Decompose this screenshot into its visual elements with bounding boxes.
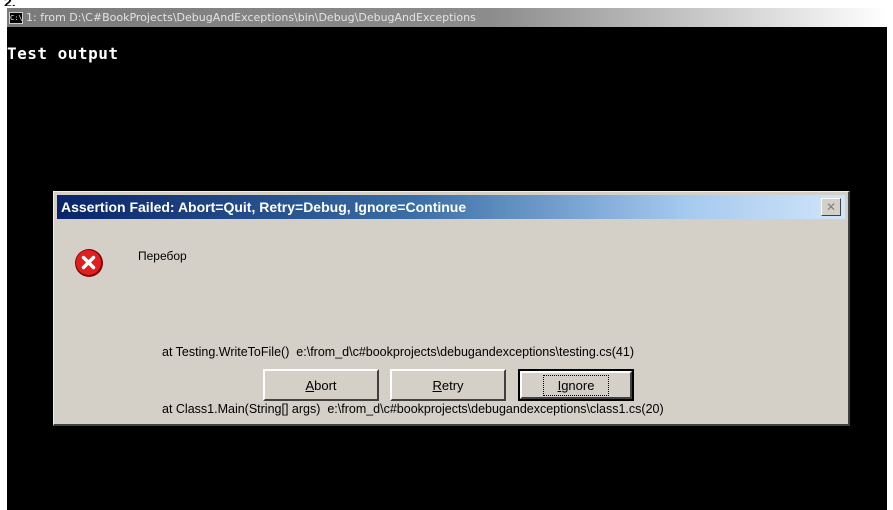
close-icon: ✕ xyxy=(825,200,837,214)
assertion-message: Перебор xyxy=(138,249,187,263)
dialog-titlebar[interactable]: Assertion Failed: Abort=Quit, Retry=Debu… xyxy=(57,195,845,219)
retry-accelerator: R xyxy=(432,377,442,393)
ignore-label: gnore xyxy=(561,377,595,393)
stack-trace-line: at Class1.Main(String[] args) e:\from_d\… xyxy=(162,402,664,416)
abort-accelerator: A xyxy=(305,377,315,393)
error-icon xyxy=(75,249,103,277)
console-titlebar[interactable]: C:\ 1: from D:\C#BookProjects\DebugAndEx… xyxy=(7,8,887,27)
dialog-title: Assertion Failed: Abort=Quit, Retry=Debu… xyxy=(61,199,467,215)
console-title: 1: from D:\C#BookProjects\DebugAndExcept… xyxy=(26,11,476,24)
stack-trace-line: at Testing.WriteToFile() e:\from_d\c#boo… xyxy=(162,345,635,359)
close-button[interactable]: ✕ xyxy=(821,198,841,216)
abort-label: bort xyxy=(314,377,337,393)
page-number-marker: 2. xyxy=(4,0,16,6)
console-output-text: Test output xyxy=(7,44,119,63)
console-window-icon[interactable]: C:\ xyxy=(9,11,23,24)
retry-button[interactable]: Retry xyxy=(390,369,506,401)
abort-button[interactable]: Abort xyxy=(263,369,379,401)
assertion-dialog: Assertion Failed: Abort=Quit, Retry=Debu… xyxy=(53,191,850,426)
ignore-button[interactable]: Ignore xyxy=(518,369,634,401)
retry-label: etry xyxy=(441,377,464,393)
